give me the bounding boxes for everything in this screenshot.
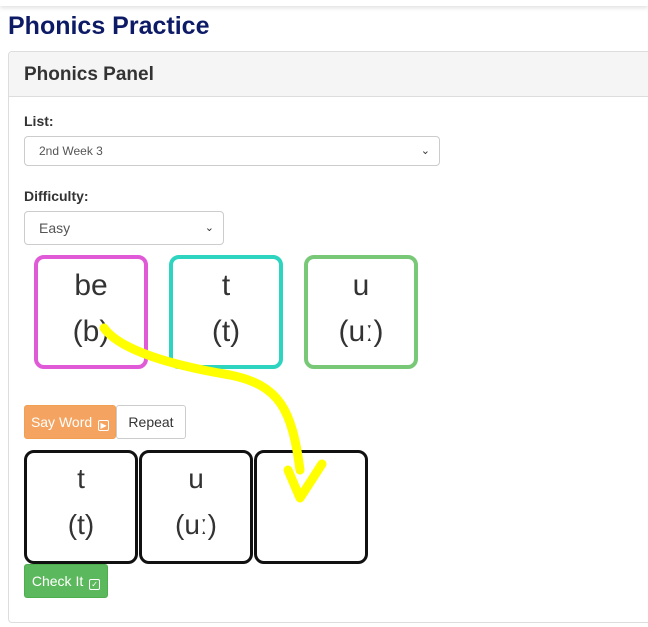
page-title: Phonics Practice	[8, 12, 210, 40]
panel-heading: Phonics Panel	[9, 52, 648, 97]
check-square-icon: ✓	[89, 579, 101, 590]
tile-grapheme: be	[74, 269, 108, 302]
phoneme-tile[interactable]: u (uː)	[304, 255, 418, 369]
slot-sound: (t)	[67, 509, 95, 540]
tile-sound: (uː)	[338, 315, 384, 348]
repeat-button[interactable]: Repeat	[116, 405, 186, 439]
play-icon: ▶	[98, 420, 110, 431]
check-it-button[interactable]: Check It ✓	[24, 564, 108, 598]
answer-slot[interactable]: t (t)	[24, 450, 138, 564]
difficulty-label: Difficulty:	[24, 188, 89, 204]
phoneme-tile[interactable]: be (b)	[34, 255, 148, 369]
answer-slot-empty[interactable]	[254, 450, 368, 564]
difficulty-select[interactable]: Easy ⌄	[24, 211, 224, 245]
list-select-value: 2nd Week 3	[39, 144, 103, 158]
top-bar	[0, 0, 648, 6]
difficulty-select-value: Easy	[39, 220, 71, 236]
chevron-down-icon: ⌄	[204, 221, 214, 234]
chevron-down-icon: ⌄	[420, 144, 430, 157]
tile-grapheme: t	[221, 269, 231, 302]
tile-sound: (b)	[72, 315, 110, 348]
list-select[interactable]: 2nd Week 3 ⌄	[24, 136, 440, 166]
list-label: List:	[24, 113, 54, 129]
check-it-label: Check It	[31, 573, 84, 589]
tile-sound: (t)	[211, 315, 241, 348]
slot-grapheme: u	[188, 463, 204, 494]
slot-sound: (uː)	[175, 509, 217, 540]
say-word-label: Say Word	[30, 414, 93, 430]
phoneme-tile[interactable]: t (t)	[169, 255, 283, 369]
slot-grapheme: t	[77, 463, 85, 494]
answer-slot[interactable]: u (uː)	[139, 450, 253, 564]
say-word-button[interactable]: Say Word ▶	[24, 405, 116, 439]
panel-title: Phonics Panel	[24, 64, 154, 85]
tile-grapheme: u	[352, 269, 370, 302]
